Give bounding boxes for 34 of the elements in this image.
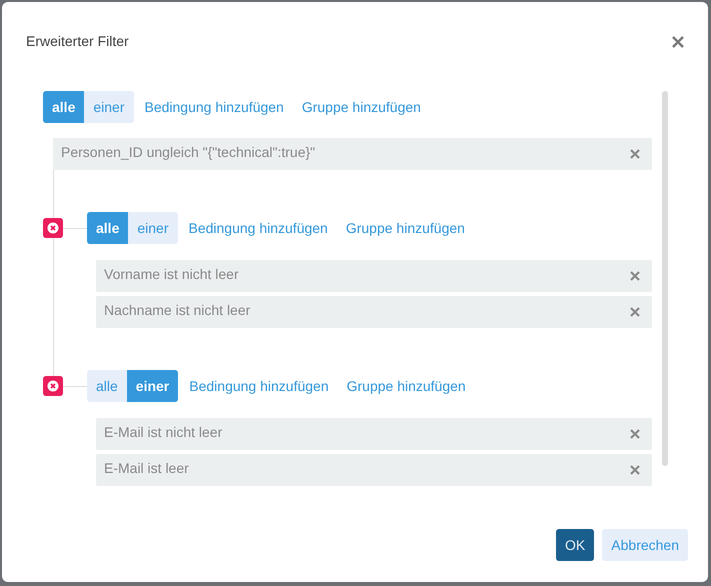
delete-group-icon[interactable] xyxy=(43,376,63,396)
remove-icon[interactable] xyxy=(630,429,640,439)
ok-button[interactable]: OK xyxy=(556,529,594,561)
remove-icon[interactable] xyxy=(630,149,640,159)
mode-toggle[interactable]: alle xyxy=(87,370,127,402)
remove-icon[interactable] xyxy=(630,465,640,475)
delete-group-icon[interactable] xyxy=(43,218,63,238)
condition-row[interactable]: Nachname ist nicht leer xyxy=(96,296,652,328)
cancel-button[interactable]: Abbrechen xyxy=(602,529,688,561)
add-link[interactable]: Bedingung hinzufügen xyxy=(144,99,284,115)
scrollbar[interactable] xyxy=(662,91,668,466)
add-link[interactable]: Bedingung hinzufügen xyxy=(189,378,329,394)
condition-row[interactable]: Personen_ID ungleich "{"technical":true}" xyxy=(53,138,652,170)
add-link[interactable]: Gruppe hinzufügen xyxy=(302,99,421,115)
close-icon[interactable] xyxy=(672,36,684,48)
add-link[interactable]: Bedingung hinzufügen xyxy=(188,220,328,236)
condition-text: Personen_ID ungleich "{"technical":true}" xyxy=(61,144,316,160)
remove-icon[interactable] xyxy=(630,271,640,281)
mode-toggle[interactable]: einer xyxy=(126,370,178,402)
remove-icon[interactable] xyxy=(630,307,640,317)
mode-toggle[interactable]: alle xyxy=(87,212,128,244)
condition-row[interactable]: Vorname ist nicht leer xyxy=(96,260,652,292)
condition-text: Vorname ist nicht leer xyxy=(104,266,239,282)
condition-row[interactable]: E-Mail ist nicht leer xyxy=(96,418,652,450)
condition-row[interactable]: E-Mail ist leer xyxy=(96,454,652,486)
mode-toggle[interactable]: alle xyxy=(43,91,84,123)
mode-toggle[interactable]: einer xyxy=(128,212,178,244)
add-link[interactable]: Gruppe hinzufügen xyxy=(346,378,466,394)
condition-text: Nachname ist nicht leer xyxy=(104,302,250,318)
dialog-title: Erweiterter Filter xyxy=(26,33,129,49)
condition-text: E-Mail ist nicht leer xyxy=(104,424,222,440)
add-link[interactable]: Gruppe hinzufügen xyxy=(346,220,465,236)
condition-text: E-Mail ist leer xyxy=(104,460,189,476)
mode-toggle[interactable]: einer xyxy=(84,91,134,123)
